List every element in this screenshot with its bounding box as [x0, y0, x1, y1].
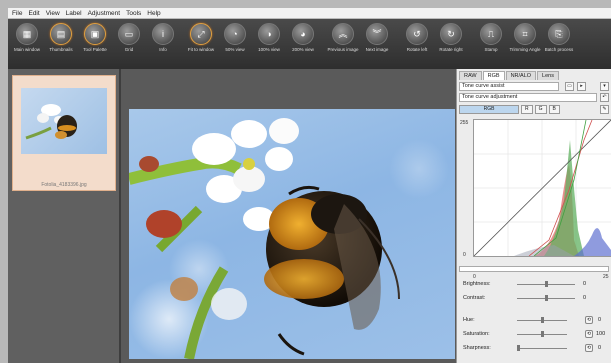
previous-image-button[interactable]: ︽ Previous image	[326, 23, 360, 52]
saturation-label: Saturation:	[463, 331, 490, 337]
tool-palette-button[interactable]: ▣ Tool Palette	[78, 23, 112, 52]
saturation-slider[interactable]	[517, 331, 567, 337]
menu-bar: File Edit View Label Adjustment Tools He…	[8, 8, 611, 19]
rotate-left-icon: ↺	[406, 23, 428, 45]
sharpness-value: 0	[598, 345, 602, 351]
fit-icon: ⤢	[190, 23, 212, 45]
brightness-slider[interactable]	[517, 281, 575, 287]
menu-adjustment[interactable]: Adjustment	[88, 10, 121, 17]
info-button[interactable]: i Info	[146, 23, 180, 52]
saturation-reset-button[interactable]: ⟲	[585, 330, 593, 338]
curve-input-scale	[459, 266, 609, 272]
channel-g-button[interactable]: G	[534, 105, 547, 114]
assist-apply-button[interactable]: ▸	[577, 82, 586, 91]
zoom-icon: ◕	[292, 23, 314, 45]
trimming-angle-button[interactable]: ⌗ Trimming Angle	[508, 23, 542, 52]
zoom-icon: ◔	[224, 23, 246, 45]
menu-edit[interactable]: Edit	[28, 10, 39, 17]
zoom-200-button[interactable]: ◕ 200% view	[286, 23, 320, 52]
contrast-value: 0	[583, 295, 587, 301]
thumbnail-image	[21, 88, 107, 154]
graph-axis-min: 0	[463, 252, 466, 258]
toolbar: ▦ Main window ▤ Thumbnails ▣ Tool Palette ▭…	[8, 19, 611, 69]
sharpness-reset-button[interactable]: ⟲	[585, 344, 593, 352]
grid-icon: ▦	[16, 23, 38, 45]
thumbnail-bee-picture	[25, 104, 77, 140]
menu-file[interactable]: File	[12, 10, 22, 17]
saturation-slider-thumb[interactable]	[541, 331, 544, 337]
hue-reset-button[interactable]: ⟲	[585, 316, 593, 324]
contrast-label: Contrast:	[463, 295, 486, 301]
rotate-right-icon: ↻	[440, 23, 462, 45]
rotate-right-button[interactable]: ↻ Rotate right	[434, 23, 468, 52]
tone-curve-adjustment-select[interactable]: Tone curve adjustment	[459, 93, 597, 102]
tone-curve-graph[interactable]	[473, 119, 611, 257]
assist-button[interactable]: ▭	[565, 82, 574, 91]
tab-rgb[interactable]: RGB	[482, 71, 505, 80]
tab-lens[interactable]: Lens	[537, 71, 559, 80]
zoom-icon: ◑	[258, 23, 280, 45]
zoom-100-button[interactable]: ◑ 100% view	[252, 23, 286, 52]
grid-icon: ▭	[118, 23, 140, 45]
sharpness-label: Sharpness:	[463, 345, 491, 351]
menu-help[interactable]: Help	[147, 10, 160, 17]
tool-palette: RAW RGB NR/ALO Lens Tone curve assist ▭ …	[456, 69, 611, 363]
tab-raw[interactable]: RAW	[459, 71, 482, 80]
menu-tools[interactable]: Tools	[126, 10, 141, 17]
trim-icon: ⌗	[514, 23, 536, 45]
stamp-button[interactable]: ⎍ Stamp	[474, 23, 508, 52]
graph-axis-max: 255	[460, 120, 469, 126]
scale-left-value: 0	[473, 274, 476, 280]
info-icon: i	[152, 23, 174, 45]
chevron-up-icon: ︽	[332, 23, 354, 45]
eyedropper-icon[interactable]: ✎	[600, 105, 609, 114]
brightness-value: 0	[583, 281, 587, 287]
tone-curve-assist-select[interactable]: Tone curve assist	[459, 82, 559, 91]
channel-selector: RGB R G B	[459, 105, 560, 114]
grid-button[interactable]: ▭ Grid	[112, 23, 146, 52]
thumbnails-icon: ▤	[50, 23, 72, 45]
batch-process-button[interactable]: ⎘ Batch process	[542, 23, 576, 52]
brightness-label: Brightness:	[463, 281, 491, 287]
channel-rgb-button[interactable]: RGB	[459, 105, 519, 114]
brightness-slider-thumb[interactable]	[545, 281, 548, 287]
menu-view[interactable]: View	[46, 10, 60, 17]
hue-label: Hue:	[463, 317, 475, 323]
thumbnail-pane: Fotolia_4183396.jpg	[8, 69, 121, 363]
bee-on-flower-picture	[129, 118, 449, 359]
tab-nr-alo[interactable]: NR/ALO	[505, 71, 537, 80]
main-photo	[129, 109, 455, 359]
palette-icon: ▣	[84, 23, 106, 45]
thumbnail-filename: Fotolia_4183396.jpg	[41, 182, 87, 188]
channel-b-button[interactable]: B	[548, 105, 560, 114]
scale-right-value: 25	[603, 274, 609, 280]
image-viewer[interactable]	[121, 69, 456, 363]
main-window-button[interactable]: ▦ Main window	[10, 23, 44, 52]
tone-curve-histogram	[473, 119, 611, 257]
hue-slider-thumb[interactable]	[541, 317, 544, 323]
zoom-50-button[interactable]: ◔ 50% view	[218, 23, 252, 52]
menu-label[interactable]: Label	[66, 10, 82, 17]
undo-icon[interactable]: ↶	[600, 93, 609, 102]
batch-icon: ⎘	[548, 23, 570, 45]
contrast-slider-thumb[interactable]	[545, 295, 548, 301]
rotate-left-button[interactable]: ↺ Rotate left	[400, 23, 434, 52]
thumbnails-button[interactable]: ▤ Thumbnails	[44, 23, 78, 52]
chevron-down-icon: ︾	[366, 23, 388, 45]
stamp-icon: ⎍	[480, 23, 502, 45]
hue-value: 0	[598, 317, 602, 323]
hue-slider[interactable]	[517, 317, 567, 323]
fit-to-window-button[interactable]: ⤢ Fit to window	[184, 23, 218, 52]
assist-options-button[interactable]: ▾	[600, 82, 609, 91]
channel-r-button[interactable]: R	[521, 105, 533, 114]
sharpness-slider-thumb[interactable]	[517, 345, 520, 351]
contrast-slider[interactable]	[517, 295, 575, 301]
sharpness-slider[interactable]	[517, 345, 567, 351]
saturation-value: 100	[596, 331, 606, 337]
palette-tabs: RAW RGB NR/ALO Lens	[457, 71, 559, 80]
next-image-button[interactable]: ︾ Next image	[360, 23, 394, 52]
thumbnail-item[interactable]: Fotolia_4183396.jpg	[12, 75, 116, 191]
